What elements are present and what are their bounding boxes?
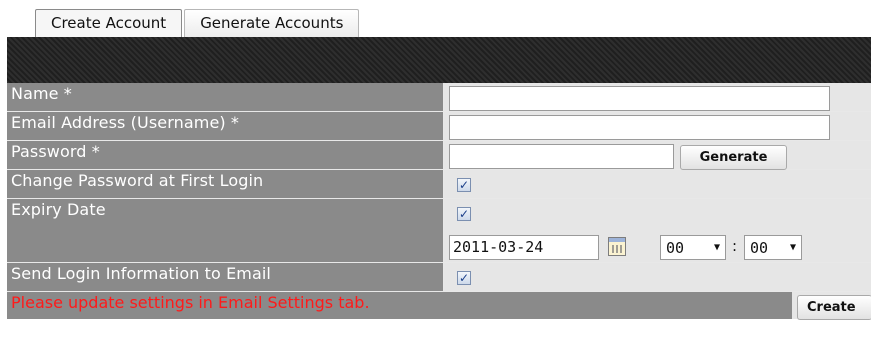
header-banner [7, 37, 871, 83]
message-row: Please update settings in Email Settings… [7, 292, 871, 320]
email-settings-warning: Please update settings in Email Settings… [7, 292, 792, 319]
calendar-icon[interactable] [608, 237, 626, 256]
name-label: Name * [7, 83, 444, 111]
create-button[interactable]: Create [797, 295, 871, 320]
change-password-row: Change Password at First Login ✓ [7, 170, 871, 199]
expiry-hour-select[interactable]: 00 ▼ [660, 235, 726, 260]
password-row: Password * Generate [7, 141, 871, 170]
email-row: Email Address (Username) * [7, 112, 871, 141]
password-input[interactable] [449, 144, 674, 169]
change-password-checkbox[interactable]: ✓ [457, 178, 471, 192]
time-separator: : [732, 237, 738, 255]
send-login-checkbox[interactable]: ✓ [457, 271, 471, 285]
tab-create-account[interactable]: Create Account [35, 9, 183, 37]
email-label: Email Address (Username) * [7, 112, 444, 140]
tab-generate-accounts[interactable]: Generate Accounts [184, 9, 360, 37]
chevron-down-icon: ▼ [789, 242, 796, 253]
email-input[interactable] [449, 115, 830, 140]
chevron-down-icon: ▼ [713, 242, 720, 253]
password-label: Password * [7, 141, 444, 169]
expiry-row: Expiry Date ✓ 2011-03-24 00 ▼ : 00 ▼ [7, 199, 871, 263]
expiry-minute-select[interactable]: 00 ▼ [744, 235, 802, 260]
expiry-date-input[interactable]: 2011-03-24 [449, 235, 599, 260]
send-login-row: Send Login Information to Email ✓ [7, 263, 871, 292]
expiry-label: Expiry Date [7, 199, 444, 262]
expiry-minute-value: 00 [750, 238, 769, 257]
create-account-form: Name * Email Address (Username) * Passwo… [7, 83, 871, 320]
send-login-label: Send Login Information to Email [7, 263, 444, 291]
name-row: Name * [7, 83, 871, 112]
expiry-hour-value: 00 [666, 238, 685, 257]
expiry-checkbox[interactable]: ✓ [457, 207, 471, 221]
change-password-label: Change Password at First Login [7, 170, 444, 198]
name-input[interactable] [449, 86, 830, 111]
generate-password-button[interactable]: Generate [680, 145, 787, 170]
tab-bar: Create Account Generate Accounts [35, 9, 361, 37]
